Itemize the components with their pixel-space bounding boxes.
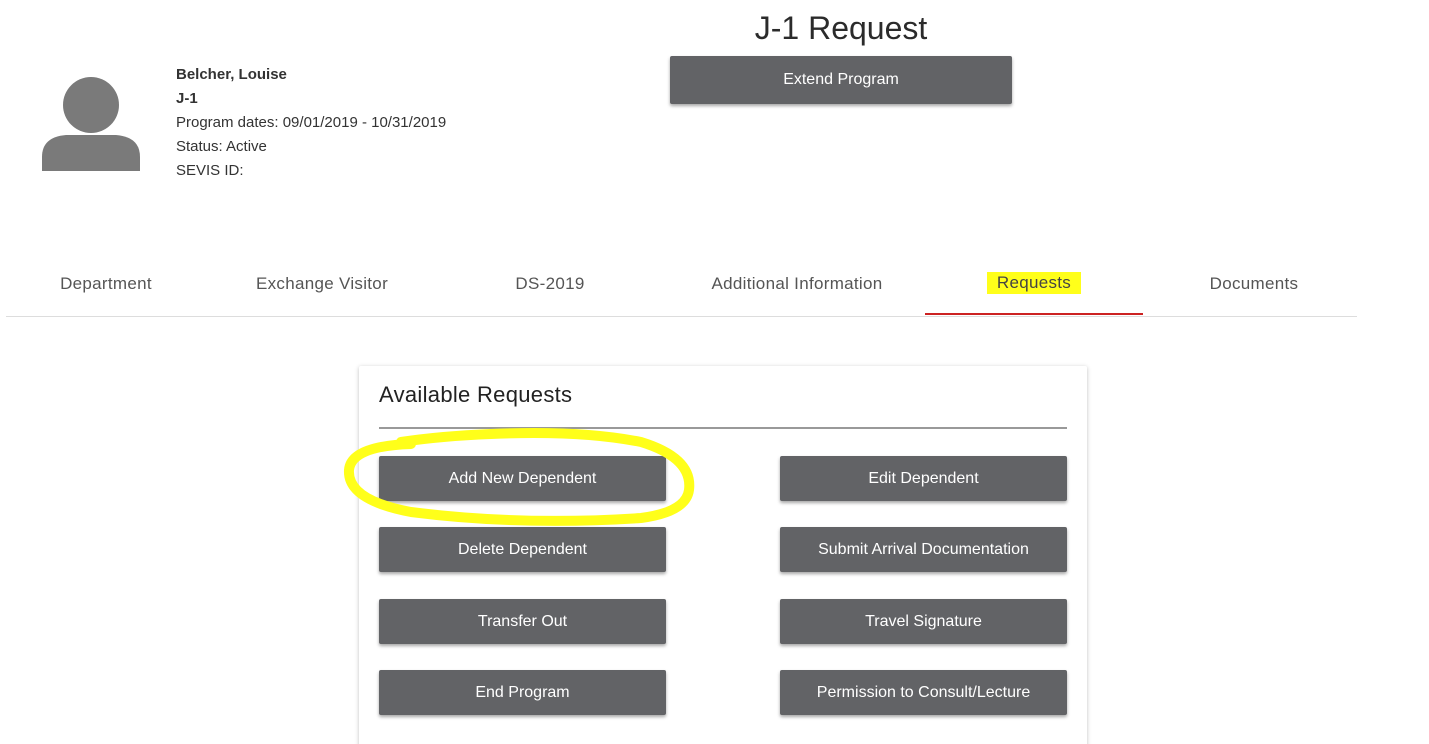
available-requests-card: Available Requests Add New Dependent Edi…	[359, 366, 1087, 744]
page-title: J-1 Request	[754, 10, 928, 46]
profile-status: Status: Active	[176, 138, 267, 155]
tab-label: Exchange Visitor	[255, 273, 389, 293]
profile-name: Belcher, Louise	[176, 66, 287, 83]
travel-signature-button[interactable]: Travel Signature	[780, 599, 1067, 644]
tab-label: Documents	[1209, 273, 1299, 293]
profile-sevis-id: SEVIS ID:	[176, 162, 244, 179]
extend-program-button[interactable]: Extend Program	[670, 56, 1012, 104]
tab-label: Requests	[986, 271, 1082, 294]
tab-label: Department	[60, 273, 152, 293]
tab-documents[interactable]: Documents	[1154, 252, 1354, 315]
tab-bar: Department Exchange Visitor DS-2019 Addi…	[6, 252, 1357, 317]
tab-exchange-visitor[interactable]: Exchange Visitor	[222, 252, 422, 315]
profile-visa-type: J-1	[176, 90, 198, 107]
tab-label: Additional Information	[711, 273, 883, 293]
card-divider	[379, 427, 1067, 429]
user-avatar-icon	[42, 77, 140, 171]
tab-requests[interactable]: Requests	[925, 252, 1143, 315]
tab-ds-2019[interactable]: DS-2019	[450, 252, 650, 315]
profile-info: Belcher, Louise J-1 Program dates: 09/01…	[176, 63, 446, 183]
tab-label: DS-2019	[515, 273, 585, 293]
edit-dependent-button[interactable]: Edit Dependent	[780, 456, 1067, 501]
end-program-button[interactable]: End Program	[379, 670, 666, 715]
profile-program-dates: Program dates: 09/01/2019 - 10/31/2019	[176, 114, 447, 131]
tab-department[interactable]: Department	[6, 252, 206, 315]
permission-to-consult-lecture-button[interactable]: Permission to Consult/Lecture	[780, 670, 1067, 715]
page: Belcher, Louise J-1 Program dates: 09/01…	[0, 0, 1429, 744]
add-new-dependent-button[interactable]: Add New Dependent	[379, 456, 666, 501]
delete-dependent-button[interactable]: Delete Dependent	[379, 527, 666, 572]
card-title: Available Requests	[379, 382, 573, 407]
tab-additional-information[interactable]: Additional Information	[672, 252, 922, 315]
submit-arrival-documentation-button[interactable]: Submit Arrival Documentation	[780, 527, 1067, 572]
transfer-out-button[interactable]: Transfer Out	[379, 599, 666, 644]
